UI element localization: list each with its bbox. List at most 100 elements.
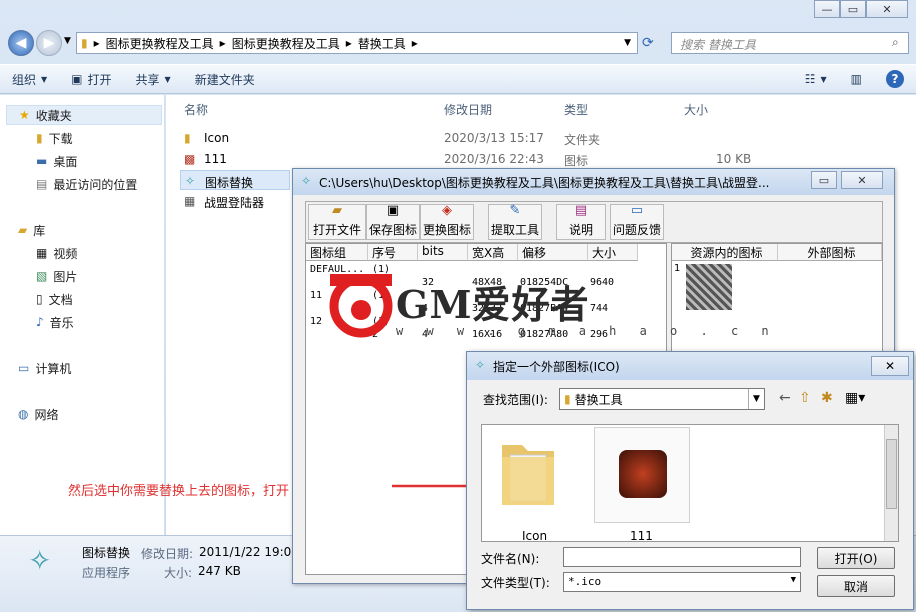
recent-pages-icon[interactable]: ▼ (64, 36, 71, 46)
file-row[interactable]: ✧ 图标替换 (180, 170, 290, 190)
nav-pictures[interactable]: ▧ 图片 (36, 266, 77, 286)
column-modified[interactable]: 修改日期 (444, 101, 492, 118)
search-input[interactable]: 搜索 替换工具 (671, 32, 909, 54)
details-name: 图标替换 (82, 546, 131, 560)
filename-field[interactable] (563, 547, 801, 567)
feedback-button[interactable]: ▭ 问题反馈 (610, 204, 664, 240)
minimize-button[interactable]: — (814, 0, 840, 18)
back-icon[interactable]: ← (779, 390, 791, 406)
music-icon: ♪ (36, 315, 44, 329)
item-label: 111 (630, 529, 653, 543)
organize-button[interactable]: 组织 ▼ (0, 64, 59, 94)
replace-icon-button[interactable]: ◈ 更换图标 (420, 204, 474, 240)
breadcrumb-1[interactable]: 图标更换教程及工具 (106, 35, 214, 52)
header-index[interactable]: 序号 (368, 244, 418, 261)
header-external-icon: 外部图标 (778, 244, 882, 261)
help-icon[interactable]: ? (874, 64, 916, 94)
list-item[interactable] (594, 427, 690, 523)
scrollbar[interactable] (884, 425, 898, 541)
help-button[interactable]: ▤ 说明 (556, 204, 606, 240)
header-offset[interactable]: 偏移 (518, 244, 588, 261)
lookin-select[interactable]: ▮ 替换工具 ▼ (559, 388, 765, 410)
header-resource-icon: 资源内的图标 (672, 244, 778, 261)
file-row[interactable]: ▩ 111 2020/3/16 22:43 图标 10 KB (180, 149, 780, 169)
header-bits[interactable]: bits (418, 244, 468, 261)
desktop-icon: ▬ (36, 154, 48, 168)
search-icon: ⌕ (892, 35, 899, 49)
share-button[interactable]: 共享 ▼ (124, 64, 183, 94)
up-folder-icon[interactable]: ⇧ (799, 390, 811, 406)
column-name[interactable]: 名称 (184, 101, 208, 118)
nav-desktop[interactable]: ▬ 桌面 (36, 151, 77, 171)
column-size[interactable]: 大小 (684, 101, 708, 118)
chevron-down-icon[interactable]: ▼ (748, 389, 764, 409)
nav-network[interactable]: ◍ 网络 (18, 404, 59, 424)
game-icon (619, 450, 667, 498)
folder-icon: ▮ (184, 131, 191, 145)
nav-music[interactable]: ♪ 音乐 (36, 312, 74, 332)
column-type[interactable]: 类型 (564, 101, 588, 118)
open-button[interactable]: ▣ 打开 (59, 64, 123, 94)
address-bar[interactable]: ▮ ▸ 图标更换教程及工具 ▸ 图标更换教程及工具 ▸ 替换工具 ▸ ▼ (76, 32, 638, 54)
save-icon-button[interactable]: ▣ 保存图标 (366, 204, 420, 240)
chevron-down-icon[interactable]: ▼ (791, 575, 796, 589)
extract-tool-button[interactable]: ✎ 提取工具 (488, 204, 542, 240)
downloads-icon: ▮ (36, 131, 43, 145)
open-icon: ▣ (71, 72, 83, 86)
nav-computer[interactable]: ▭ 计算机 (18, 358, 71, 378)
header-group[interactable]: 图标组 (306, 244, 368, 261)
replace-icon: ◈ (442, 203, 452, 218)
maximize-button[interactable]: ▭ (840, 0, 866, 18)
file-row[interactable]: ▮ Icon 2020/3/13 15:17 文件夹 (180, 128, 780, 148)
nav-libraries[interactable]: ▰ 库 (18, 220, 45, 240)
open-button[interactable]: 打开(O) (817, 547, 895, 569)
new-folder-button[interactable]: 新建文件夹 (183, 64, 267, 94)
cancel-button[interactable]: 取消 (817, 575, 895, 597)
documents-icon: ▯ (36, 292, 43, 306)
new-folder-icon[interactable]: ✱ (821, 390, 833, 406)
breadcrumb-2[interactable]: 图标更换教程及工具 (232, 35, 340, 52)
dialog-close-button[interactable]: ✕ (871, 356, 909, 376)
table-cell: 744 (590, 303, 609, 314)
icon-toolbar: ▰ 打开文件 ▣ 保存图标 ◈ 更换图标 ✎ 提取工具 ▤ 说明 ▭ 问题反馈 (305, 201, 883, 243)
folder-icon: ▮ (564, 392, 571, 406)
header-size-wh[interactable]: 宽X高 (468, 244, 518, 261)
watermark-brand: GM爱好者 (396, 282, 590, 327)
resource-icon-image[interactable] (686, 264, 732, 310)
filetype-select[interactable]: *.ico ▼ (563, 572, 801, 592)
details-modified: 2011/1/22 19:06 (199, 545, 299, 559)
back-button[interactable]: ◀ (8, 30, 34, 56)
feedback-icon: ▭ (630, 203, 644, 218)
app-icon: ✧ (185, 174, 196, 188)
recent-places-icon: ▤ (36, 177, 48, 191)
close-button[interactable]: ✕ (866, 0, 908, 18)
watermark-url: w w w . g m a h a o . c n (396, 324, 777, 338)
open-file-button[interactable]: ▰ 打开文件 (308, 204, 366, 240)
network-icon: ◍ (18, 407, 29, 421)
video-icon: ▦ (36, 246, 48, 260)
nav-recent[interactable]: ▤ 最近访问的位置 (36, 174, 137, 194)
nav-videos[interactable]: ▦ 视频 (36, 243, 77, 263)
item-label: Icon (522, 529, 548, 543)
preview-pane-icon[interactable]: ▥ (839, 64, 874, 94)
view-menu-icon[interactable]: ▦▾ (845, 390, 865, 406)
file-browser: Icon 111 (481, 424, 899, 543)
nav-documents[interactable]: ▯ 文档 (36, 289, 73, 309)
forward-button[interactable]: ▶ (36, 30, 62, 56)
address-dropdown-icon[interactable]: ▼ (624, 38, 637, 48)
watermark-logo (329, 274, 393, 338)
close-button[interactable]: ✕ (841, 171, 883, 189)
scrollbar-thumb[interactable] (886, 439, 897, 509)
refresh-icon[interactable]: ⟳ (642, 35, 654, 51)
open-folder-icon: ▰ (332, 203, 342, 218)
list-item[interactable] (498, 433, 558, 513)
header-size[interactable]: 大小 (588, 244, 638, 261)
nav-downloads[interactable]: ▮ 下载 (36, 128, 73, 148)
view-options-button[interactable]: ☷ ▼ (793, 64, 839, 94)
maximize-button[interactable]: ▭ (811, 171, 837, 189)
nav-favorites[interactable]: ★ 收藏夹 (6, 105, 162, 125)
computer-icon: ▭ (18, 361, 30, 375)
folder-icon (502, 445, 554, 505)
window-title: ✧ C:\Users\hu\Desktop\图标更换教程及工具\图标更换教程及工… (293, 169, 894, 195)
breadcrumb-3[interactable]: 替换工具 (358, 35, 406, 52)
